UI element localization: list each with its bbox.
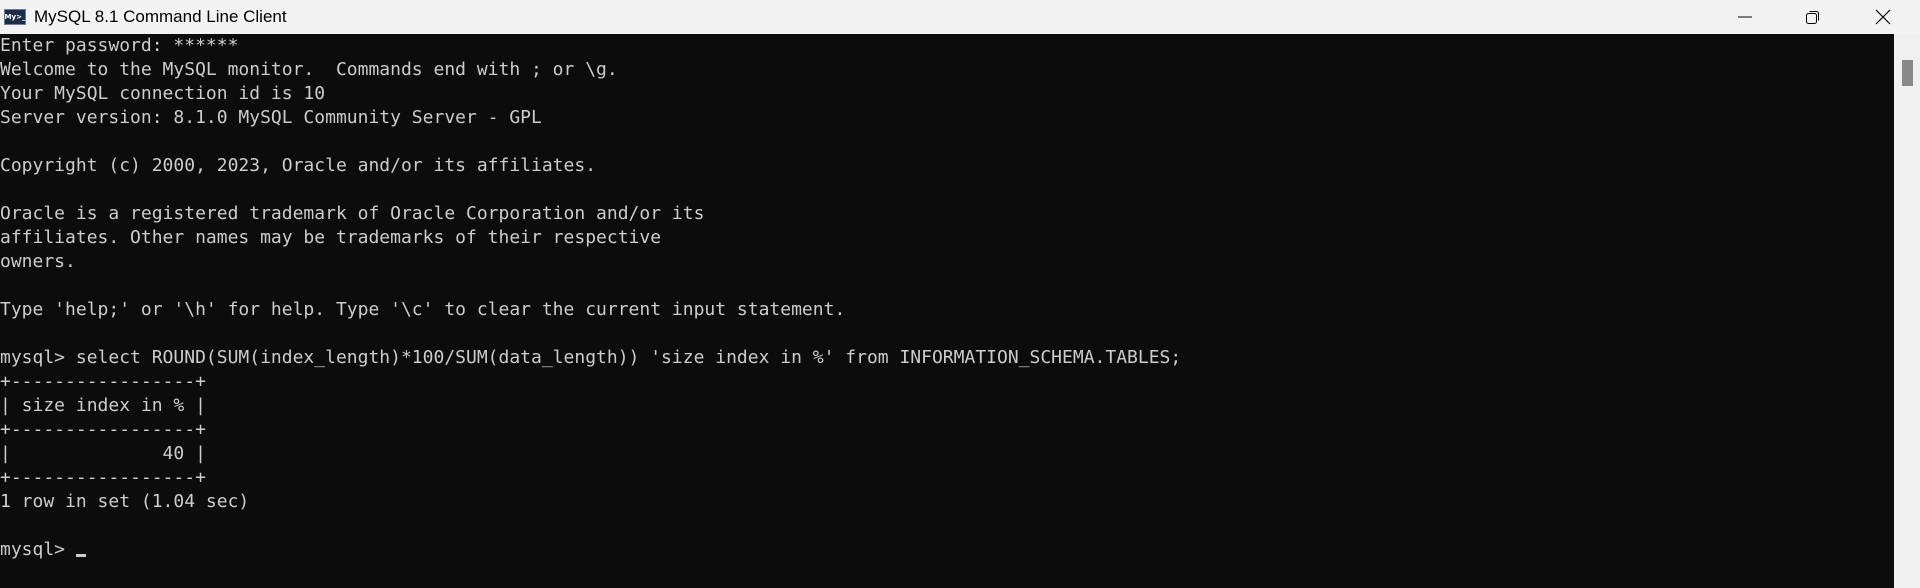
terminal-line: owners. [0,251,76,272]
scrollbar-thumb[interactable] [1902,60,1913,86]
terminal-output[interactable]: Enter password: ****** Welcome to the MyS… [0,34,1894,588]
title-bar: My>_ MySQL 8.1 Command Line Client [0,0,1920,34]
minimize-button[interactable] [1710,0,1780,34]
restore-icon [1806,11,1819,24]
terminal-line: Copyright (c) 2000, 2023, Oracle and/or … [0,155,597,176]
prompt-line[interactable]: mysql> [0,538,1894,562]
terminal-line: +-----------------+ [0,467,206,488]
terminal-line: | 40 | [0,443,206,464]
prompt: mysql> [0,539,76,560]
terminal-line: Your MySQL connection id is 10 [0,83,326,104]
window-title: MySQL 8.1 Command Line Client [34,7,287,26]
vertical-scrollbar[interactable] [1894,34,1920,588]
close-button[interactable] [1848,0,1918,34]
terminal-line: Enter password: ****** [0,35,239,56]
terminal-line: 1 row in set (1.04 sec) [0,491,250,512]
mysql-app-icon[interactable]: My>_ [4,9,26,25]
terminal-line: Welcome to the MySQL monitor. Commands e… [0,59,618,80]
restore-button[interactable] [1778,0,1848,34]
minimize-icon [1738,16,1752,18]
terminal-line: +-----------------+ [0,371,206,392]
terminal-line: mysql> select ROUND(SUM(index_length)*10… [0,347,1182,368]
terminal-line: Oracle is a registered trademark of Orac… [0,203,705,224]
terminal-line: | size index in % | [0,395,206,416]
terminal-line: +-----------------+ [0,419,206,440]
close-icon [1875,9,1891,25]
text-cursor [75,554,86,557]
terminal-line: Type 'help;' or '\h' for help. Type '\c'… [0,299,846,320]
terminal-line: affiliates. Other names may be trademark… [0,227,662,248]
terminal-line: Server version: 8.1.0 MySQL Community Se… [0,107,542,128]
